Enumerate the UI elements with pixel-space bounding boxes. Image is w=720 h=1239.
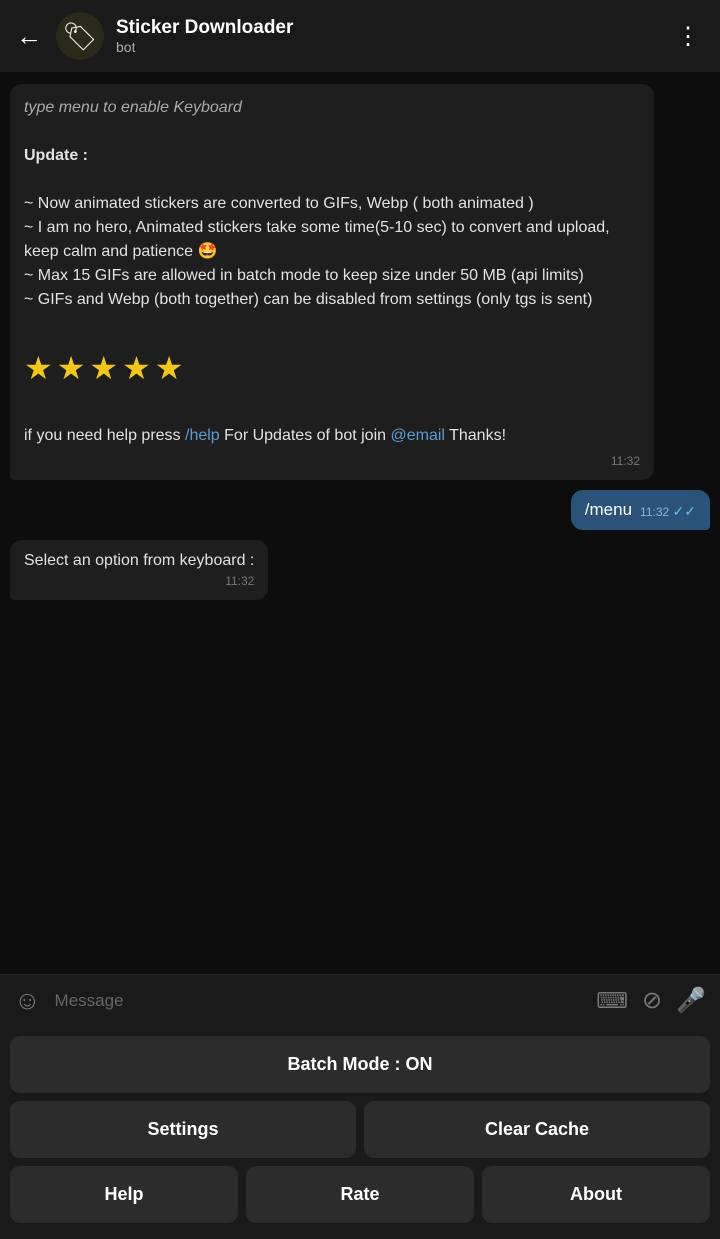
- system-message: Select an option from keyboard : 11:32: [10, 540, 268, 600]
- cut-top-text: type menu to enable Keyboard: [24, 99, 242, 116]
- about-button[interactable]: About: [482, 1166, 710, 1223]
- received-timestamp: 11:32: [24, 454, 640, 468]
- keyboard-row-2: Settings Clear Cache: [10, 1101, 710, 1158]
- read-ticks: ✓✓: [673, 503, 696, 519]
- settings-button[interactable]: Settings: [10, 1101, 356, 1158]
- help-link[interactable]: /help: [185, 427, 220, 444]
- emoji-button[interactable]: ☺: [14, 985, 41, 1016]
- update-label: Update :: [24, 147, 88, 164]
- sent-timestamp: 11:32 ✓✓: [640, 503, 696, 520]
- batch-mode-button[interactable]: Batch Mode : ON: [10, 1036, 710, 1093]
- line3: ~ Max 15 GIFs are allowed in batch mode …: [24, 267, 584, 284]
- keyboard-icon[interactable]: ⌨: [596, 988, 628, 1014]
- header-info: Sticker Downloader bot: [116, 17, 672, 55]
- bot-keyboard: Batch Mode : ON Settings Clear Cache Hel…: [0, 1026, 720, 1239]
- chat-area: type menu to enable Keyboard Update : ~ …: [0, 72, 720, 974]
- help-text-middle: For Updates of bot join: [220, 427, 391, 444]
- stars: ★★★★★: [24, 344, 640, 392]
- received-message-main: type menu to enable Keyboard Update : ~ …: [10, 84, 654, 480]
- more-options-button[interactable]: ⋮: [672, 22, 704, 51]
- keyboard-row-1: Batch Mode : ON: [10, 1036, 710, 1093]
- help-button[interactable]: Help: [10, 1166, 238, 1223]
- line4: ~ GIFs and Webp (both together) can be d…: [24, 291, 592, 308]
- back-button[interactable]: ←: [16, 21, 42, 52]
- avatar: 🏷: [56, 12, 104, 60]
- message-input-row: ☺ ⌨ ⊘ 🎤: [0, 974, 720, 1026]
- system-text: Select an option from keyboard :: [24, 552, 254, 570]
- sent-text: /menu: [585, 500, 632, 520]
- keyboard-row-3: Help Rate About: [10, 1166, 710, 1223]
- line1: ~ Now animated stickers are converted to…: [24, 195, 534, 212]
- help-text-after: Thanks!: [445, 427, 506, 444]
- message-text: type menu to enable Keyboard Update : ~ …: [24, 96, 640, 448]
- chat-title: Sticker Downloader: [116, 17, 672, 39]
- rate-button[interactable]: Rate: [246, 1166, 474, 1223]
- message-input[interactable]: [55, 991, 583, 1011]
- mic-button[interactable]: 🎤: [676, 986, 706, 1015]
- system-timestamp: 11:32: [24, 574, 254, 588]
- sent-message: /menu 11:32 ✓✓: [571, 490, 710, 530]
- line2: ~ I am no hero, Animated stickers take s…: [24, 219, 610, 260]
- chat-header: ← 🏷 Sticker Downloader bot ⋮: [0, 0, 720, 72]
- clear-cache-button[interactable]: Clear Cache: [364, 1101, 710, 1158]
- help-text-before: if you need help press: [24, 427, 185, 444]
- chat-subtitle: bot: [116, 39, 672, 55]
- attach-button[interactable]: ⊘: [642, 986, 662, 1015]
- email-link[interactable]: @email: [390, 427, 444, 444]
